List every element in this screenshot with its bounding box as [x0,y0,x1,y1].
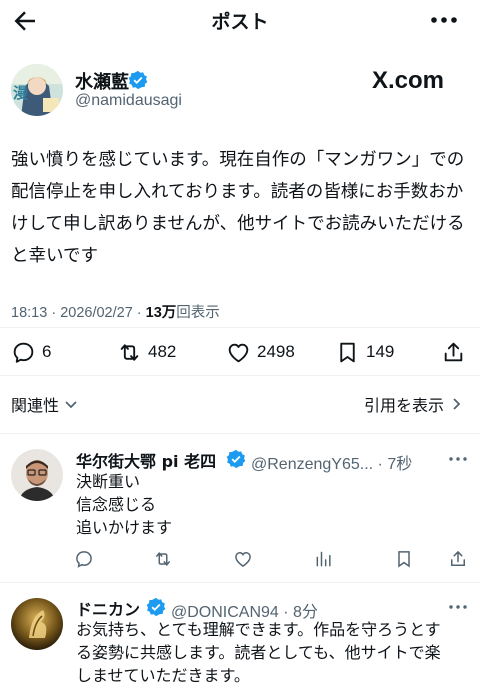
reply-author-handle: @RenzengY65... · 7秒 [251,456,413,473]
reply-share-button[interactable] [448,549,468,569]
reply-more-button[interactable] [447,600,469,614]
verified-icon [226,449,246,469]
reply-handle[interactable]: @RenzengY65... [251,456,373,473]
author-handle[interactable]: @namidausagi [75,92,182,110]
like-icon [228,343,249,362]
more-icon [449,457,467,461]
reply-text: 決断重い 信念感じる 追いかけます [76,470,172,539]
reply-author-name[interactable]: ドニカン [76,596,140,620]
share-button[interactable] [441,339,466,365]
chevron-right-icon [453,398,461,410]
repost-icon [120,343,139,361]
verified-icon [128,70,148,90]
reply-line: る姿勢に共感します。読者としても、他サイトで楽 [76,643,441,662]
reply-line: 決断重い [76,472,141,491]
reply-icon [76,551,92,568]
repost-count: 482 [148,342,177,361]
post-date: 2026/02/27 [60,305,133,321]
post-time: 18:13 [11,305,48,321]
views-icon [316,551,331,567]
relevance-dropdown[interactable]: 関連性 [11,392,79,416]
like-icon [235,551,251,567]
bookmark-icon [398,551,410,568]
reply-line: お気持ち、とても理解できます。作品を守ろうとす [76,620,441,639]
reply-more-button[interactable] [447,452,469,466]
xcom-watermark: X.com [372,67,445,94]
divider [0,375,480,376]
reply-line: 追いかけます [76,518,173,537]
page-title: ポスト [211,11,269,33]
more-icon [449,605,467,609]
divider [0,327,480,328]
reply-line: しませていただきます。 [76,666,250,685]
svg-text:漫: 漫 [13,84,29,102]
share-icon [451,550,465,566]
reply-repost-button[interactable] [153,549,173,569]
chevron-down-icon [65,401,77,409]
reply-icon [13,342,34,363]
bookmark-button[interactable]: 149 [335,339,394,365]
relevance-label: 関連性 [11,396,60,415]
more-button[interactable] [428,8,460,32]
post-views: 13万 [145,305,177,321]
reply-time: 7秒 [387,456,413,473]
reply-count: 6 [42,342,52,361]
reply-reply-button[interactable] [74,549,94,569]
views-label: 回表示 [176,305,220,321]
post-meta: 18:13 · 2026/02/27 · 13万回表示 [11,305,220,321]
reply-views-button[interactable] [314,549,334,569]
view-quotes-link[interactable]: 引用を表示 [364,392,464,416]
share-icon [444,342,463,361]
like-button[interactable]: 2498 [226,339,295,365]
like-count: 2498 [257,342,295,361]
reply-text: お気持ち、とても理解できます。作品を守ろうとす る姿勢に共感します。読者としても… [76,618,472,687]
reply-bookmark-button[interactable] [394,549,414,569]
reply-line: 信念感じる [76,495,157,514]
author-name[interactable]: 水瀬藍 [75,68,129,94]
reply-author-name[interactable]: 华尔街大鄂 pi 老四 [76,448,216,472]
divider [0,433,480,434]
repost-icon [156,552,170,566]
more-icon [431,17,457,23]
quotes-label: 引用を表示 [364,396,445,415]
reply-avatar[interactable] [11,598,63,650]
author-avatar[interactable]: 漫 [11,64,63,116]
verified-icon [146,597,166,617]
reply-like-button[interactable] [233,549,253,569]
reply-avatar[interactable] [11,449,63,501]
repost-button[interactable]: 482 [117,339,176,365]
reply-button[interactable]: 6 [11,339,51,365]
bookmark-icon [340,342,355,362]
divider [0,582,480,583]
post-text: 強い憤りを感じています。現在自作の「マンガワン」での配信停止を申し入れております… [11,150,465,266]
bookmark-count: 149 [366,342,395,361]
